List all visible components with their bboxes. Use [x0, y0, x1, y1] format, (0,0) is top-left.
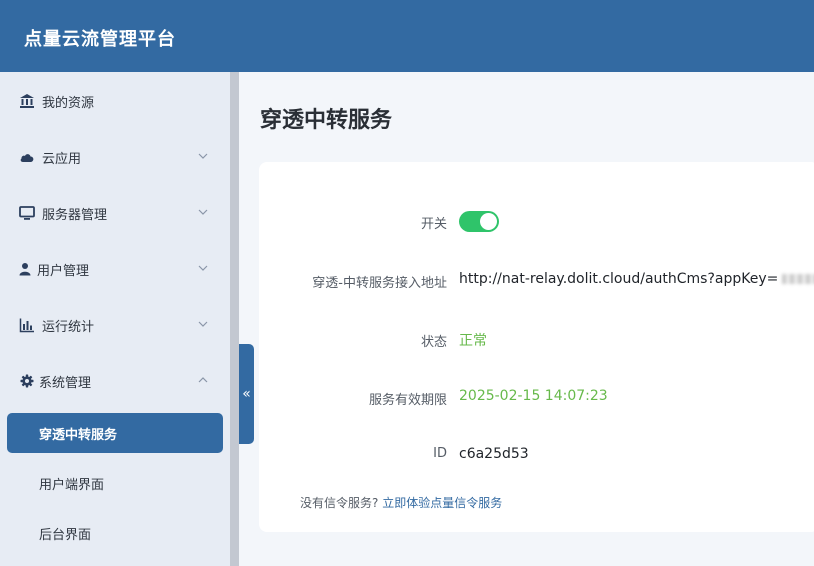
sidebar-item-label: 服务器管理 [42, 207, 108, 223]
address-value: http://nat-relay.dolit.cloud/authCms?app… [459, 271, 814, 287]
page-title: 穿透中转服务 [260, 108, 393, 133]
sidebar-item-label: 系统管理 [39, 375, 92, 391]
gear-icon [19, 373, 35, 389]
switch-label: 开关 [420, 217, 447, 232]
sidebar-item-label: 用户管理 [37, 263, 90, 279]
sidebar-item-system-management[interactable]: 系统管理 [0, 353, 230, 409]
address-text: http://nat-relay.dolit.cloud/authCms?app… [459, 271, 779, 287]
id-label: ID [433, 446, 447, 461]
chevron-up-icon [198, 377, 208, 383]
bar-chart-icon [19, 317, 35, 333]
sidebar-scrollbar[interactable] [230, 72, 239, 566]
signaling-service-link[interactable]: 立即体验点量信令服务 [382, 496, 502, 510]
sidebar-item-label: 云应用 [42, 151, 82, 167]
chevron-down-icon [198, 153, 208, 159]
sidebar-item-label: 我的资源 [42, 95, 95, 111]
id-value: c6a25d53 [459, 446, 529, 462]
signaling-tip: 没有信令服务? 立即体验点量信令服务 [300, 494, 502, 511]
brand-title: 点量云流管理平台 [24, 29, 176, 50]
chevron-down-icon [198, 209, 208, 215]
submenu-item-relay-service[interactable]: 穿透中转服务 [7, 413, 223, 453]
chevron-down-icon [198, 321, 208, 327]
user-icon [17, 261, 33, 277]
monitor-icon [19, 205, 35, 221]
sidebar-item-cloud-apps[interactable]: 云应用 [0, 129, 230, 185]
chevron-down-icon [198, 265, 208, 271]
status-value: 正常 [459, 333, 487, 349]
cloud-icon [19, 149, 35, 165]
sidebar-item-label: 运行统计 [42, 319, 95, 335]
status-label: 状态 [420, 335, 447, 350]
sidebar-collapse-button[interactable]: « [239, 344, 254, 444]
top-bar: 点量云流管理平台 [0, 0, 814, 72]
submenu-item-admin-ui[interactable]: 后台界面 [0, 510, 230, 556]
expiry-label: 服务有效期限 [368, 393, 447, 408]
sidebar-item-server-management[interactable]: 服务器管理 [0, 185, 230, 241]
tip-text: 没有信令服务? [300, 496, 379, 510]
address-label: 穿透-中转服务接入地址 [312, 276, 447, 291]
toggle-knob [480, 213, 497, 230]
sidebar-item-my-resources[interactable]: 我的资源 [0, 73, 230, 129]
sidebar-item-run-statistics[interactable]: 运行统计 [0, 297, 230, 353]
redacted-key [782, 274, 814, 284]
expiry-value: 2025-02-15 14:07:23 [459, 388, 608, 404]
sidebar-item-user-management[interactable]: 用户管理 [0, 241, 230, 297]
service-toggle[interactable] [459, 211, 499, 232]
submenu-item-client-ui[interactable]: 用户端界面 [0, 460, 230, 506]
bank-icon [19, 93, 35, 109]
